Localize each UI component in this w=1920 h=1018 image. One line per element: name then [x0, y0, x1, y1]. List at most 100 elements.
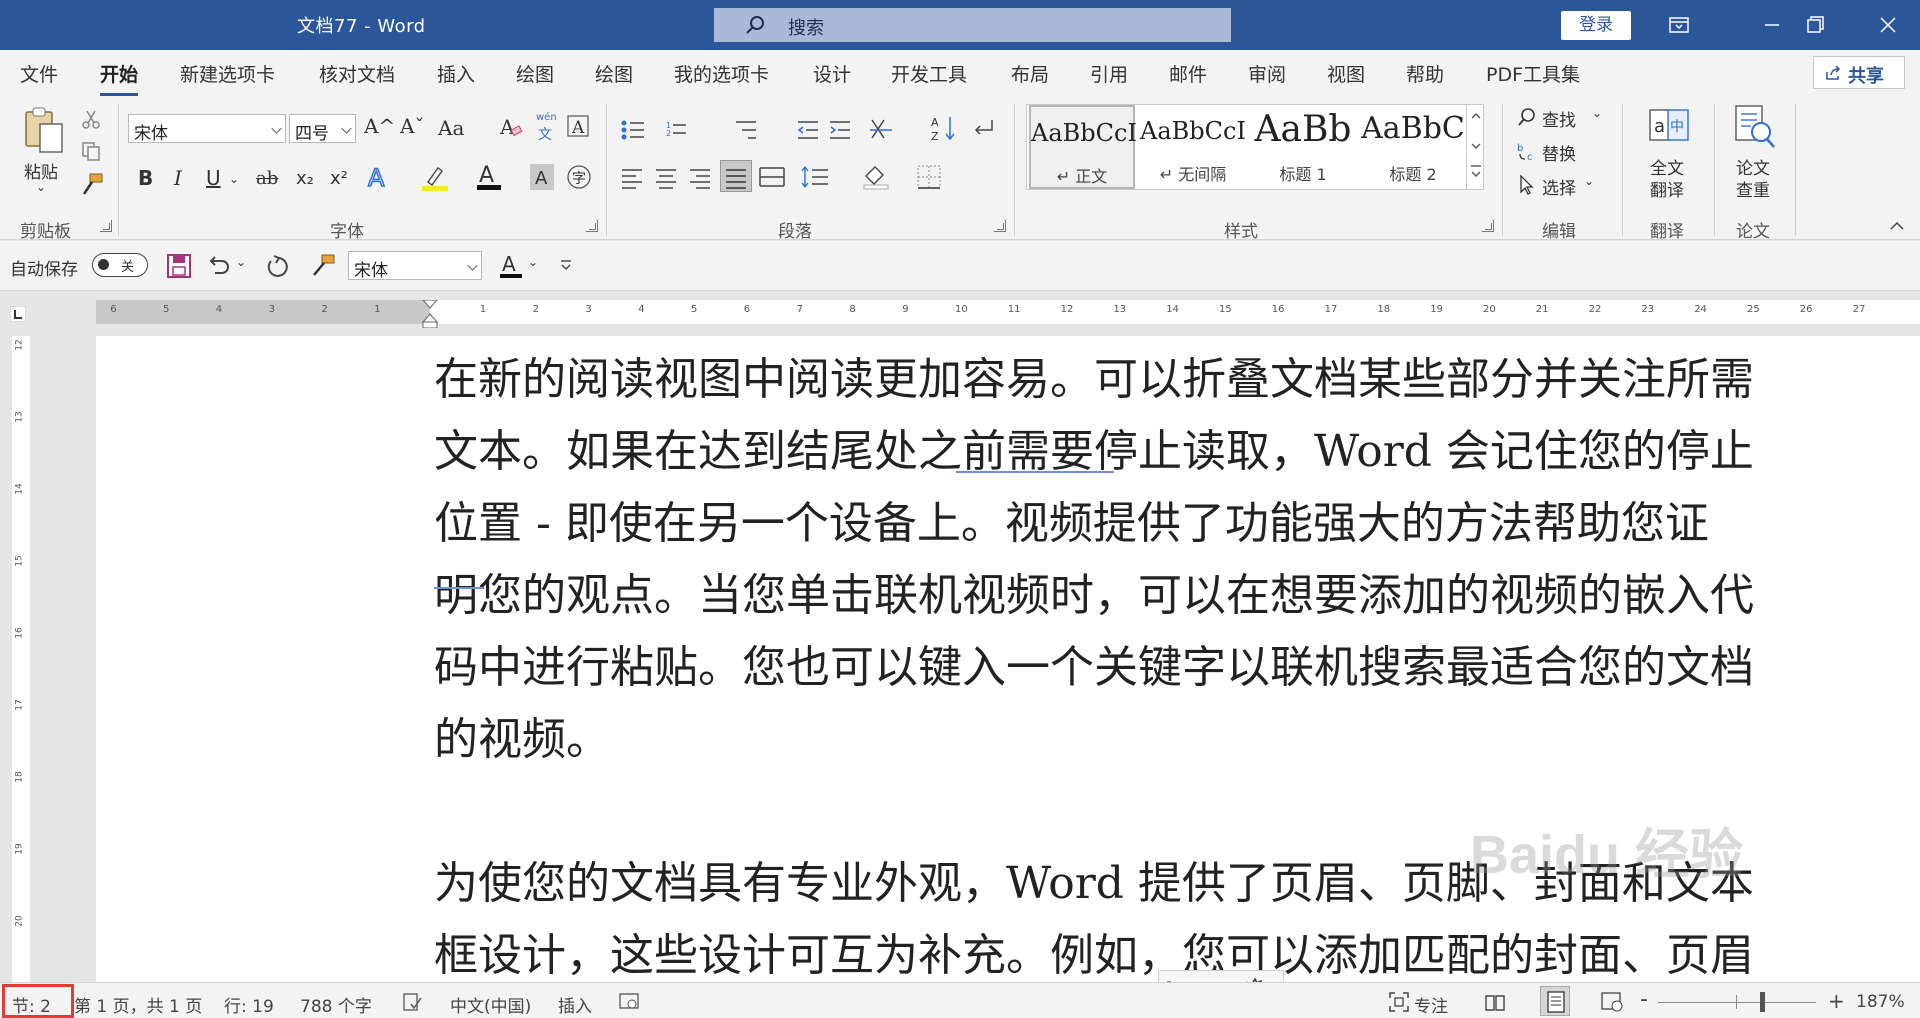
- phonetic-guide-char[interactable]: 文: [538, 124, 552, 144]
- grow-font-icon[interactable]: A^: [364, 114, 395, 138]
- share-button[interactable]: 共享: [1813, 56, 1905, 89]
- zoom-slider-thumb[interactable]: [1760, 992, 1765, 1012]
- character-shading-icon[interactable]: A: [530, 164, 554, 190]
- text-effects-icon[interactable]: A: [366, 164, 392, 192]
- undo-dropdown-icon[interactable]: ⌄: [236, 255, 246, 269]
- asian-layout-icon[interactable]: [868, 116, 914, 142]
- language-indicator[interactable]: 中文(中国): [450, 992, 531, 1017]
- superscript-button[interactable]: x²: [330, 168, 348, 189]
- style-no-spacing[interactable]: AaBbCcI ↵ 无间隔: [1139, 105, 1247, 189]
- style-normal[interactable]: AaBbCcI ↵ 正文: [1029, 105, 1137, 189]
- tab-my-tab[interactable]: 我的选项卡: [674, 60, 769, 87]
- multilevel-list-icon[interactable]: [734, 118, 764, 142]
- replace-button[interactable]: 替换: [1542, 140, 1576, 165]
- bold-button[interactable]: B: [138, 166, 153, 190]
- clear-formatting-icon[interactable]: A: [498, 114, 524, 140]
- font-dialog-launcher[interactable]: [586, 220, 598, 232]
- tab-draw[interactable]: 绘图: [516, 60, 554, 87]
- undo-icon[interactable]: [206, 253, 232, 279]
- select-cursor-icon[interactable]: [1516, 174, 1538, 196]
- strikethrough-button[interactable]: ab: [256, 168, 278, 189]
- clipboard-dialog-launcher[interactable]: [100, 220, 112, 232]
- tab-mailings[interactable]: 邮件: [1169, 60, 1207, 87]
- show-formatting-marks-icon[interactable]: [970, 116, 998, 142]
- underline-button[interactable]: U: [206, 166, 221, 190]
- indent-icons[interactable]: [796, 118, 866, 142]
- underline-dropdown-icon[interactable]: ⌄: [229, 172, 239, 186]
- autosave-toggle[interactable]: 关: [92, 253, 148, 277]
- zoom-level[interactable]: 187%: [1856, 992, 1905, 1012]
- customize-qat-icon[interactable]: [558, 257, 574, 273]
- restore-icon[interactable]: [1800, 10, 1830, 40]
- tab-check-document[interactable]: 核对文档: [319, 60, 395, 87]
- highlight-color-icon[interactable]: [420, 164, 450, 192]
- tab-references[interactable]: 引用: [1090, 60, 1128, 87]
- web-layout-icon[interactable]: [1600, 991, 1624, 1013]
- tab-selector-icon[interactable]: [10, 306, 26, 322]
- tab-developer[interactable]: 开发工具: [891, 60, 967, 87]
- shrink-font-icon[interactable]: Aˇ: [400, 114, 424, 138]
- paragraph-dialog-launcher[interactable]: [994, 220, 1006, 232]
- focus-icon[interactable]: [1388, 991, 1410, 1013]
- sort-icon[interactable]: AZ: [930, 114, 958, 142]
- font-size-combo[interactable]: 四号: [289, 114, 356, 144]
- paper-check-icon[interactable]: [1733, 104, 1777, 150]
- zoom-slider-track[interactable]: [1658, 1002, 1816, 1003]
- format-painter-qat-icon[interactable]: [308, 253, 336, 279]
- minimize-icon[interactable]: [1757, 10, 1787, 40]
- read-mode-icon[interactable]: [1484, 991, 1506, 1013]
- line-spacing-icon[interactable]: [800, 164, 840, 190]
- font-name-combo[interactable]: 宋体: [128, 114, 286, 144]
- word-count[interactable]: 788 个字: [300, 992, 372, 1017]
- select-button[interactable]: 选择: [1542, 174, 1576, 199]
- save-icon[interactable]: [166, 253, 192, 279]
- change-case-icon[interactable]: Aa: [438, 116, 464, 140]
- find-icon[interactable]: [1516, 106, 1538, 128]
- shading-icon[interactable]: [862, 162, 892, 190]
- paste-icon[interactable]: [22, 106, 66, 156]
- font-color-icon[interactable]: A: [476, 162, 502, 192]
- tab-draw-2[interactable]: 绘图: [595, 60, 633, 87]
- styles-gallery-scroll[interactable]: [1466, 104, 1484, 190]
- redo-icon[interactable]: [264, 253, 290, 279]
- find-button[interactable]: 查找: [1542, 106, 1576, 131]
- tab-pdf-tools[interactable]: PDF工具集: [1486, 60, 1580, 87]
- style-heading-1[interactable]: AaBb 标题 1: [1249, 105, 1357, 189]
- qat-font-color-icon[interactable]: A: [498, 251, 524, 281]
- search-box[interactable]: 搜索: [714, 8, 1231, 42]
- focus-label[interactable]: 专注: [1414, 992, 1448, 1017]
- distributed-icon[interactable]: [758, 164, 786, 190]
- borders-icon[interactable]: [916, 164, 942, 190]
- styles-dialog-launcher[interactable]: [1482, 220, 1494, 232]
- tab-view[interactable]: 视图: [1327, 60, 1365, 87]
- italic-button[interactable]: I: [174, 166, 182, 190]
- macro-recording-icon[interactable]: [618, 992, 640, 1012]
- phonetic-guide-pinyin[interactable]: wén: [536, 112, 557, 123]
- style-heading-2[interactable]: AaBbC 标题 2: [1359, 105, 1467, 189]
- copy-icon[interactable]: [80, 140, 102, 162]
- ribbon-display-options-icon[interactable]: [1664, 10, 1694, 40]
- tab-home[interactable]: 开始: [100, 60, 139, 96]
- line-indicator[interactable]: 行: 19: [224, 992, 274, 1017]
- subscript-button[interactable]: x₂: [296, 168, 314, 189]
- translate-icon[interactable]: a中: [1648, 106, 1690, 146]
- insert-mode-indicator[interactable]: 插入: [558, 992, 592, 1017]
- tab-insert[interactable]: 插入: [437, 60, 475, 87]
- close-icon[interactable]: [1873, 10, 1903, 40]
- tab-file[interactable]: 文件: [20, 60, 58, 87]
- cut-icon[interactable]: [80, 108, 102, 130]
- login-button[interactable]: 登录: [1561, 11, 1631, 40]
- zoom-out-button[interactable]: -: [1640, 987, 1648, 1012]
- find-dropdown-icon[interactable]: ⌄: [1592, 106, 1602, 120]
- qat-font-combo[interactable]: 宋体: [348, 251, 482, 281]
- zoom-in-button[interactable]: +: [1828, 989, 1845, 1013]
- qat-font-color-dropdown-icon[interactable]: ⌄: [528, 255, 538, 269]
- proofing-icon[interactable]: [402, 992, 422, 1012]
- character-border-icon[interactable]: A: [566, 114, 590, 138]
- tab-layout[interactable]: 布局: [1011, 60, 1049, 87]
- full-text-translate-line2[interactable]: 翻译: [1650, 176, 1684, 201]
- bullets-icon[interactable]: 12: [620, 118, 700, 142]
- paste-dropdown-icon[interactable]: ⌄: [36, 180, 46, 194]
- tab-help[interactable]: 帮助: [1406, 60, 1444, 87]
- tab-new-tab[interactable]: 新建选项卡: [180, 60, 275, 87]
